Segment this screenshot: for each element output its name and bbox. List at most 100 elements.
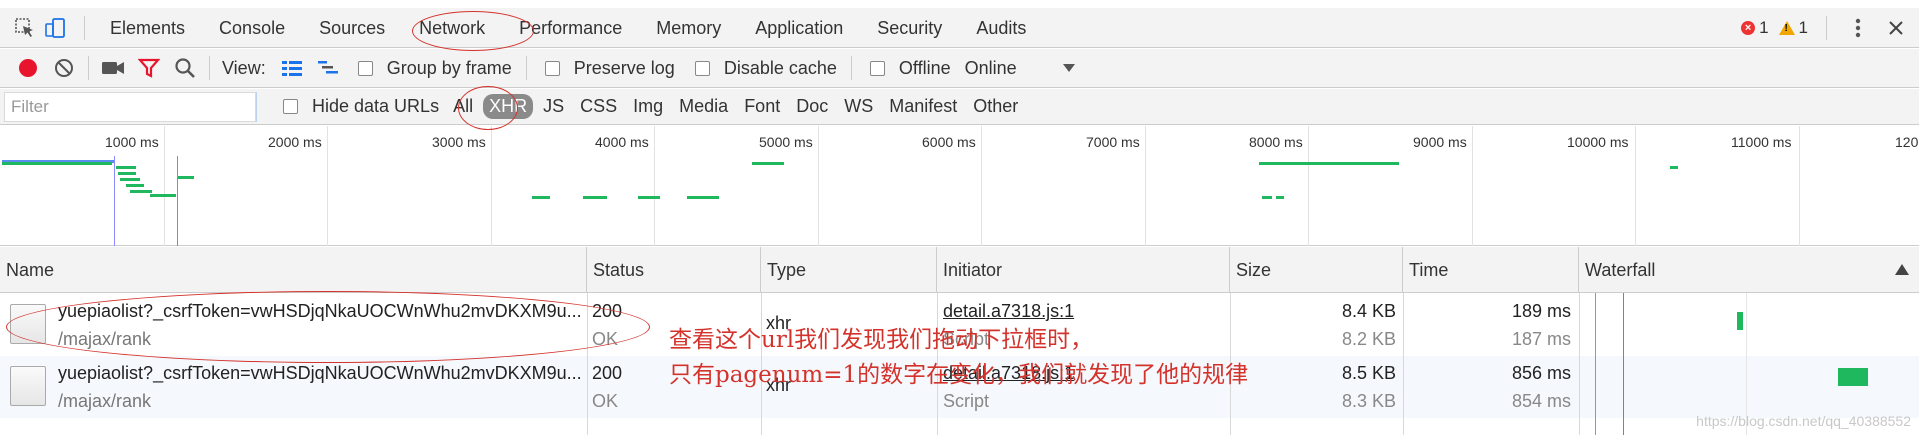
hide-data-urls-checkbox[interactable] [283, 99, 298, 114]
type-filter-doc[interactable]: Doc [790, 94, 834, 119]
overview-request-bar [150, 194, 176, 197]
overview-tick-label: 8000 ms [1249, 134, 1303, 150]
column-header-name[interactable]: Name [0, 247, 587, 293]
resource-size: 8.3 KB [1341, 391, 1396, 411]
overview-gridline [1308, 126, 1309, 246]
tab-console[interactable]: Console [202, 8, 302, 48]
disable-cache-checkbox[interactable] [694, 60, 710, 76]
hide-data-urls-label: Hide data URLs [312, 96, 440, 116]
tab-memory[interactable]: Memory [639, 8, 738, 48]
overview-gridline [1472, 126, 1473, 246]
watermark: https://blog.csdn.net/qq_40388552 [1696, 413, 1911, 429]
tab-application[interactable]: Application [738, 8, 860, 48]
search-icon[interactable] [167, 50, 203, 86]
warning-counter[interactable]: 1 [1778, 18, 1808, 38]
offline-label: Offline [898, 57, 951, 78]
throttling-select[interactable]: Online [965, 58, 1017, 79]
type-filter-xhr[interactable]: XHR [483, 94, 534, 119]
latency-time: 854 ms [1511, 391, 1571, 411]
column-header-initiator[interactable]: Initiator [937, 247, 1230, 293]
type-filter-manifest[interactable]: Manifest [883, 94, 963, 119]
column-header-time[interactable]: Time [1403, 247, 1579, 293]
load-event-line [1623, 293, 1624, 435]
overview-request-bar [752, 162, 784, 165]
overview-gridline [654, 126, 655, 246]
column-header-waterfall[interactable]: Waterfall [1579, 247, 1919, 293]
overview-request-bar [1276, 196, 1284, 199]
type-filter-media[interactable]: Media [673, 94, 734, 119]
overview-gridline [327, 126, 328, 246]
clear-icon[interactable] [46, 50, 82, 86]
tab-audits[interactable]: Audits [959, 8, 1043, 48]
inspect-element-icon[interactable] [10, 13, 40, 43]
transfer-size: 8.5 KB [1341, 363, 1396, 383]
overview-tick-label: 6000 ms [922, 134, 976, 150]
tab-security[interactable]: Security [860, 8, 959, 48]
toolbar-separator [88, 56, 89, 80]
overview-tick-label: 7000 ms [1086, 134, 1140, 150]
overview-tick-label: 3000 ms [432, 134, 486, 150]
overview-gridline [1799, 126, 1800, 246]
latency-time: 187 ms [1511, 329, 1571, 349]
error-counter[interactable]: × 1 [1741, 18, 1769, 38]
overview-request-bar [118, 172, 136, 175]
group-by-frame-label: Group by frame [386, 57, 512, 78]
chevron-down-icon[interactable] [1062, 64, 1075, 72]
overview-request-bar [638, 196, 660, 199]
preserve-log-checkbox[interactable] [544, 60, 560, 76]
network-toolbar: View: Group by frame Preserve log Disabl… [0, 49, 1919, 88]
waterfall-overview-icon[interactable] [310, 50, 346, 86]
close-icon[interactable] [1881, 13, 1911, 43]
request-path: /majax/rank [58, 391, 152, 411]
request-name: yuepiaolist?_csrfToken=vwHSDjqNkaUOCWnWh… [58, 363, 582, 383]
type-filter-img[interactable]: Img [627, 94, 669, 119]
network-overview-timeline[interactable]: 1000 ms 2000 ms 3000 ms 4000 ms 5000 ms … [0, 126, 1919, 246]
status-code: 200 [592, 363, 623, 383]
filter-funnel-icon[interactable] [131, 50, 167, 86]
column-divider [587, 293, 588, 435]
overview-request-bar [120, 178, 140, 181]
group-by-frame-checkbox[interactable] [357, 60, 373, 76]
type-filter-all[interactable]: All [447, 94, 479, 119]
type-filter-js[interactable]: JS [537, 94, 570, 119]
total-time: 856 ms [1511, 363, 1571, 383]
type-filter-ws[interactable]: WS [838, 94, 879, 119]
tab-performance[interactable]: Performance [502, 8, 639, 48]
overview-request-bar [126, 184, 144, 187]
overview-tick-label: 120 [1895, 134, 1919, 150]
overview-request-bar [116, 166, 136, 169]
type-filter-css[interactable]: CSS [574, 94, 623, 119]
filter-input[interactable] [4, 91, 256, 122]
overview-tick-label: 5000 ms [759, 134, 813, 150]
column-divider [1579, 293, 1580, 435]
disable-cache-label: Disable cache [723, 57, 837, 78]
tab-sources[interactable]: Sources [302, 8, 402, 48]
large-rows-icon[interactable] [274, 50, 310, 86]
tab-elements[interactable]: Elements [93, 8, 202, 48]
tab-network[interactable]: Network [402, 8, 502, 48]
record-icon[interactable] [10, 50, 46, 86]
annotation-text-line2: 只有pagenum=1的数字在变化，我们就发现了他的规律 [669, 362, 1249, 388]
document-file-icon [10, 304, 46, 344]
more-options-icon[interactable] [1843, 13, 1873, 43]
overview-gridline [164, 126, 165, 246]
overview-tick-label: 2000 ms [268, 134, 322, 150]
type-filter-font[interactable]: Font [738, 94, 786, 119]
column-header-status[interactable]: Status [587, 247, 761, 293]
filter-separator [256, 91, 257, 122]
type-filter-other[interactable]: Other [967, 94, 1024, 119]
error-count: 1 [1759, 18, 1769, 37]
toolbar-separator [525, 56, 527, 80]
column-header-size[interactable]: Size [1230, 247, 1403, 293]
overview-tick-label: 11000 ms [1731, 134, 1792, 150]
overview-request-bar [1259, 162, 1399, 165]
offline-checkbox[interactable] [869, 60, 885, 76]
sort-ascending-icon[interactable] [1895, 264, 1909, 275]
device-toolbar-icon[interactable] [40, 13, 70, 43]
total-time: 189 ms [1511, 301, 1571, 321]
toolbar-separator [209, 56, 210, 80]
initiator-link[interactable]: detail.a7318.js:1 [943, 301, 1074, 322]
column-header-type[interactable]: Type [761, 247, 937, 293]
screenshot-camera-icon[interactable] [95, 50, 131, 86]
warning-icon [1778, 21, 1795, 35]
